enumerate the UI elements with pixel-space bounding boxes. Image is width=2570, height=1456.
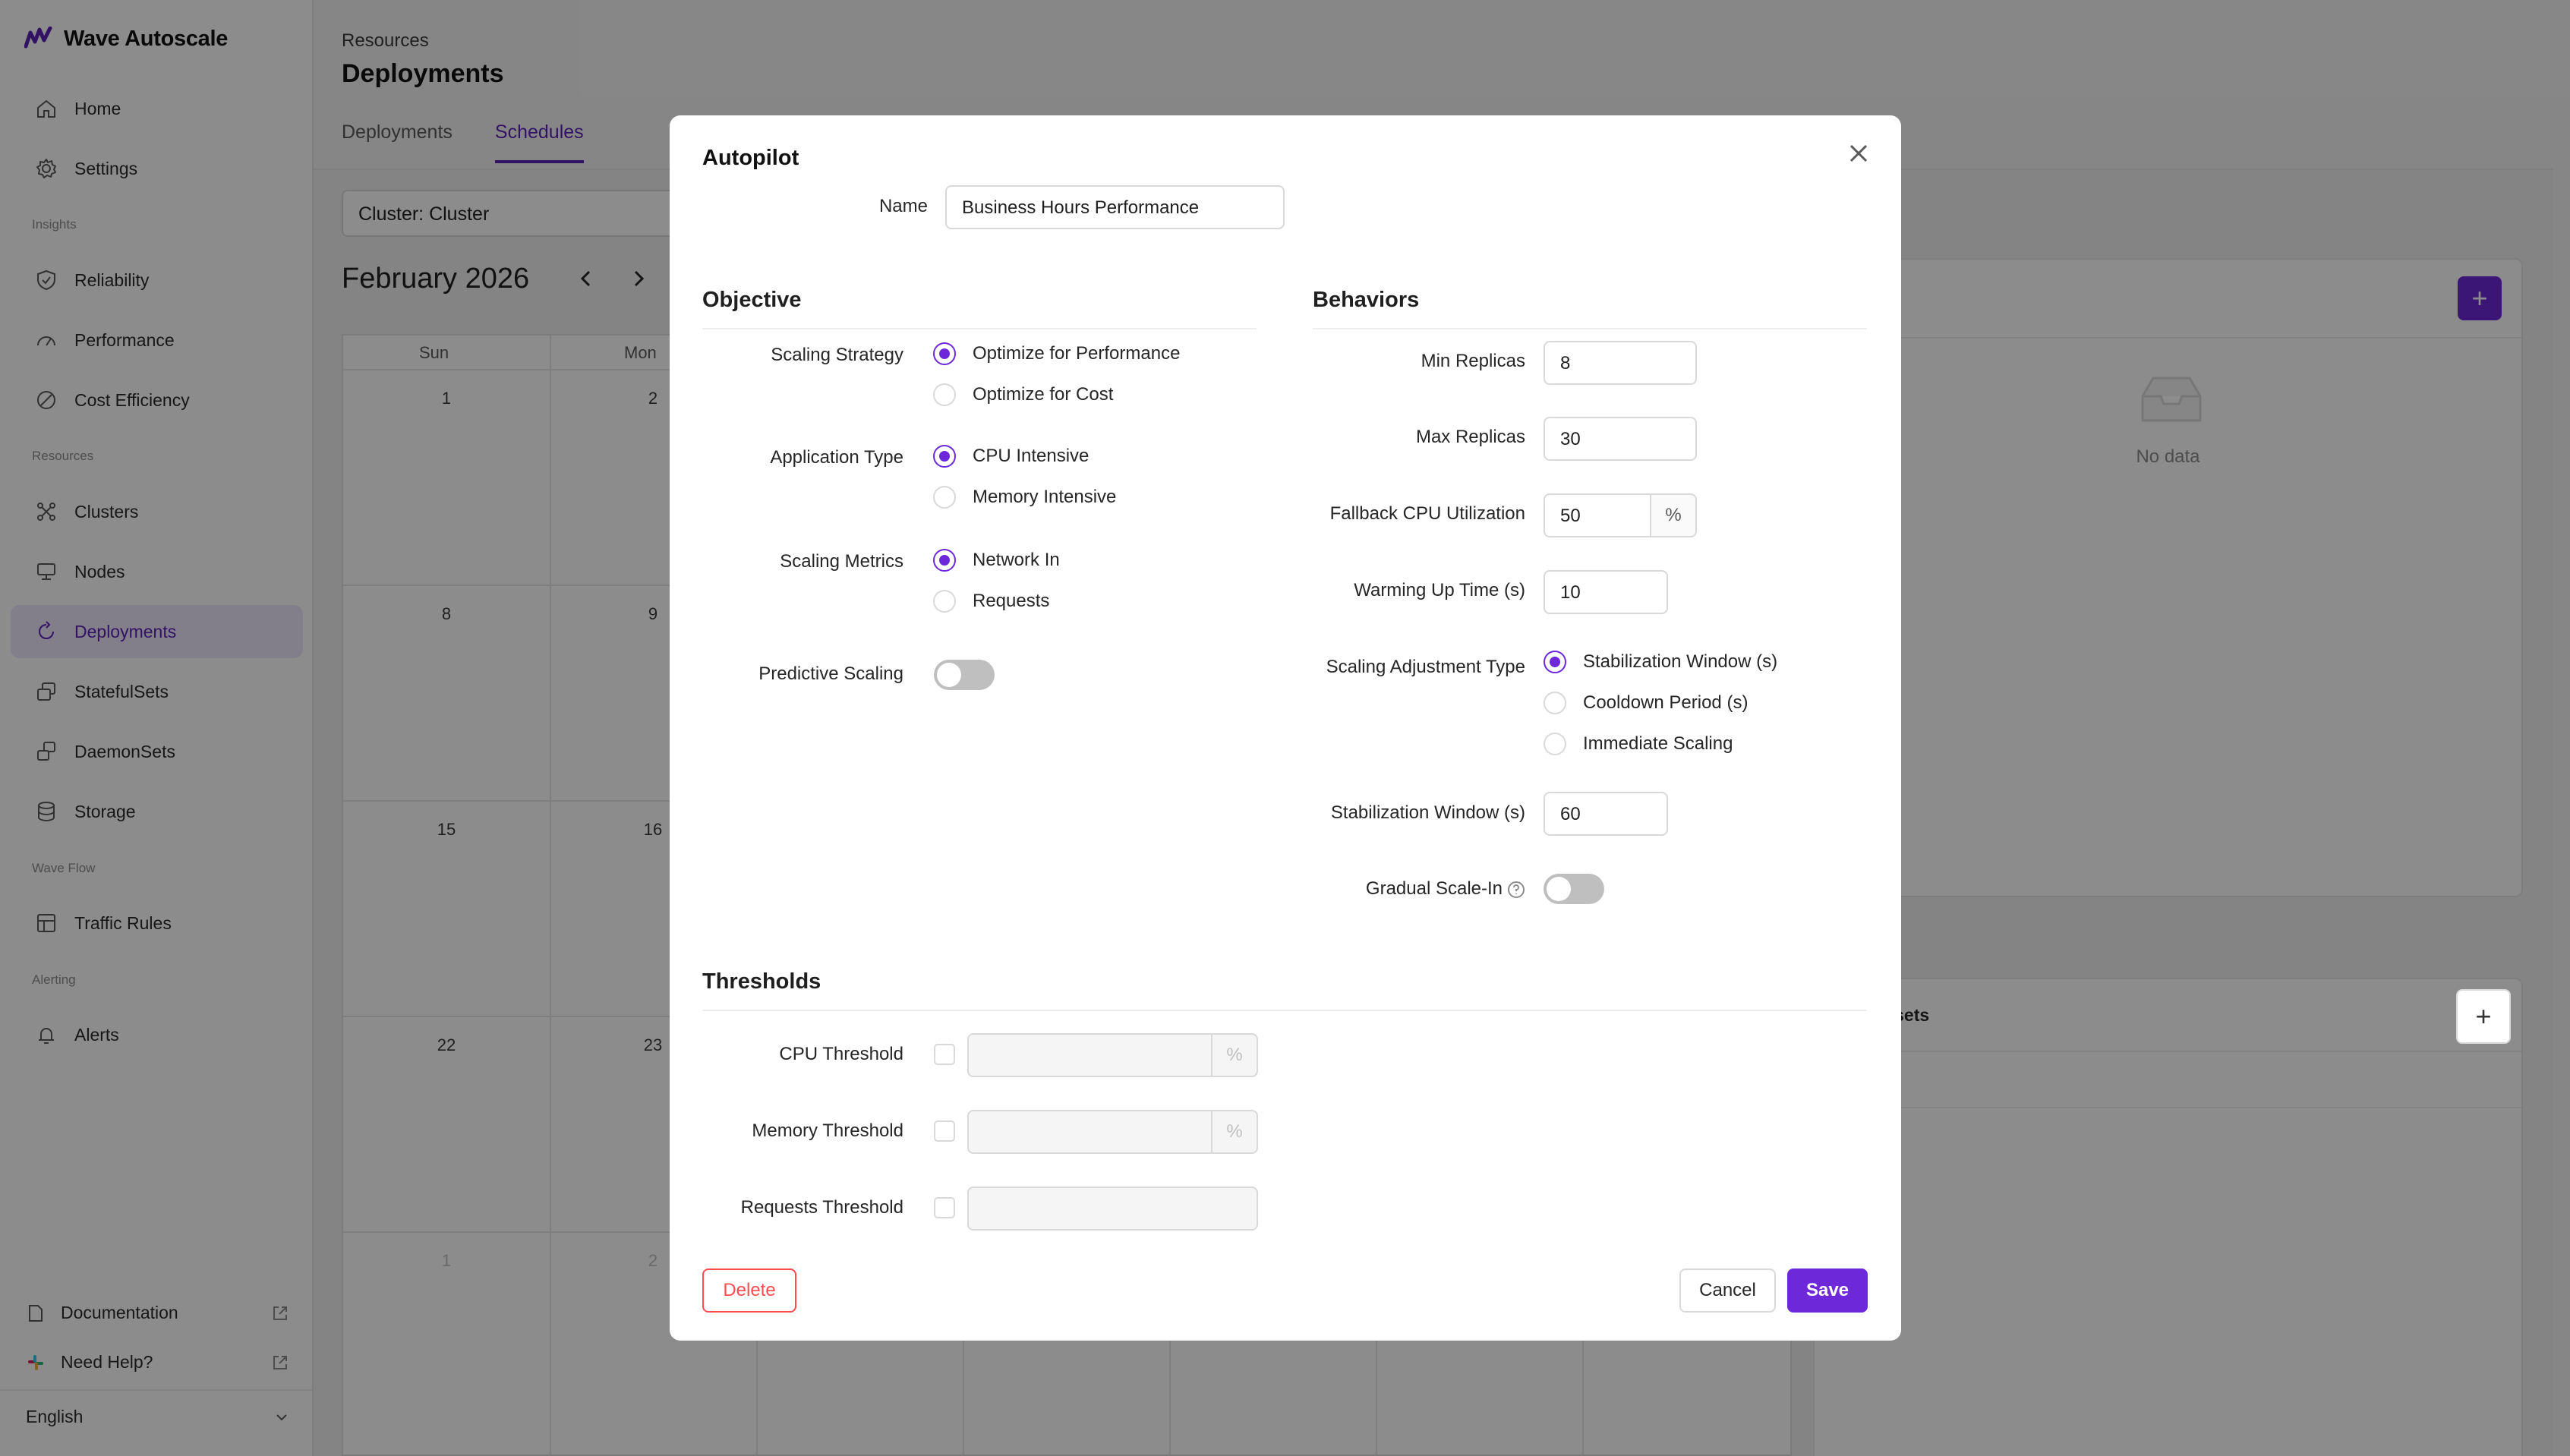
radio-button[interactable] bbox=[1544, 651, 1566, 673]
radio-label: Cooldown Period (s) bbox=[1583, 692, 1749, 713]
radio-optimize-cost[interactable]: Optimize for Cost bbox=[933, 383, 1113, 406]
radio-label: Network In bbox=[973, 550, 1060, 570]
radio-label: Requests bbox=[973, 591, 1050, 611]
section-divider bbox=[1313, 328, 1867, 329]
stabilization-window-label: Stabilization Window (s) bbox=[1330, 802, 1525, 823]
radio-button[interactable] bbox=[933, 486, 956, 509]
radio-label: Optimize for Cost bbox=[973, 384, 1114, 405]
modal-title: Autopilot bbox=[702, 146, 799, 170]
warming-up-input[interactable]: 10 bbox=[1544, 570, 1668, 614]
stabilization-window-input[interactable]: 60 bbox=[1544, 792, 1668, 836]
percent-suffix: % bbox=[1651, 493, 1697, 537]
radio-label: CPU Intensive bbox=[973, 446, 1089, 466]
radio-optimize-performance[interactable]: Optimize for Performance bbox=[933, 342, 1180, 365]
memory-threshold-input[interactable] bbox=[967, 1110, 1212, 1154]
max-replicas-label: Max Replicas bbox=[1415, 427, 1525, 447]
radio-button[interactable] bbox=[1544, 733, 1566, 755]
add-preset-button[interactable]: + bbox=[2456, 989, 2511, 1044]
save-button[interactable]: Save bbox=[1787, 1268, 1868, 1313]
memory-threshold-checkbox[interactable] bbox=[934, 1120, 955, 1142]
thresholds-title: Thresholds bbox=[702, 969, 821, 994]
max-replicas-input[interactable]: 30 bbox=[1544, 417, 1697, 461]
requests-threshold-checkbox[interactable] bbox=[934, 1197, 955, 1218]
radio-button[interactable] bbox=[933, 342, 956, 365]
scaling-metrics-label: Scaling Metrics bbox=[780, 551, 903, 572]
radio-cpu-intensive[interactable]: CPU Intensive bbox=[933, 445, 1089, 468]
gradual-scale-in-label: Gradual Scale-In bbox=[1313, 878, 1525, 900]
fallback-cpu-input[interactable]: 50 bbox=[1544, 493, 1651, 537]
radio-label: Memory Intensive bbox=[973, 487, 1117, 507]
memory-threshold-label: Memory Threshold bbox=[752, 1120, 903, 1141]
radio-label: Stabilization Window (s) bbox=[1583, 651, 1778, 672]
application-type-label: Application Type bbox=[770, 447, 903, 468]
radio-network-in[interactable]: Network In bbox=[933, 549, 1060, 572]
adjustment-type-label: Scaling Adjustment Type bbox=[1326, 657, 1525, 677]
plus-icon: + bbox=[2475, 1001, 2492, 1032]
radio-button[interactable] bbox=[933, 445, 956, 468]
radio-memory-intensive[interactable]: Memory Intensive bbox=[933, 486, 1116, 509]
radio-button[interactable] bbox=[933, 383, 956, 406]
autopilot-modal: Autopilot Name Business Hours Performanc… bbox=[670, 115, 1901, 1341]
radio-button[interactable] bbox=[933, 549, 956, 572]
fallback-cpu-label: Fallback CPU Utilization bbox=[1329, 503, 1525, 524]
radio-stabilization-window[interactable]: Stabilization Window (s) bbox=[1544, 651, 1777, 673]
requests-threshold-label: Requests Threshold bbox=[740, 1197, 903, 1218]
section-divider bbox=[702, 328, 1257, 329]
name-input[interactable]: Business Hours Performance bbox=[945, 185, 1285, 229]
radio-cooldown-period[interactable]: Cooldown Period (s) bbox=[1544, 692, 1748, 714]
radio-requests[interactable]: Requests bbox=[933, 590, 1049, 613]
radio-immediate-scaling[interactable]: Immediate Scaling bbox=[1544, 733, 1733, 755]
percent-suffix: % bbox=[1212, 1033, 1258, 1077]
delete-button[interactable]: Delete bbox=[702, 1268, 796, 1313]
min-replicas-input[interactable]: 8 bbox=[1544, 341, 1697, 385]
cancel-button[interactable]: Cancel bbox=[1679, 1268, 1776, 1313]
radio-label: Immediate Scaling bbox=[1583, 733, 1733, 754]
requests-threshold-input[interactable] bbox=[967, 1187, 1258, 1231]
close-icon[interactable] bbox=[1845, 140, 1872, 167]
name-label: Name bbox=[878, 196, 928, 216]
radio-button[interactable] bbox=[933, 590, 956, 613]
predictive-scaling-label: Predictive Scaling bbox=[758, 663, 903, 684]
help-circle-icon[interactable] bbox=[1507, 881, 1525, 899]
predictive-scaling-toggle[interactable] bbox=[934, 660, 995, 690]
cpu-threshold-label: CPU Threshold bbox=[779, 1044, 903, 1064]
gradual-scale-in-toggle[interactable] bbox=[1544, 874, 1604, 904]
scaling-strategy-label: Scaling Strategy bbox=[771, 345, 903, 365]
section-divider bbox=[702, 1010, 1867, 1011]
radio-label: Optimize for Performance bbox=[973, 343, 1181, 364]
behaviors-title: Behaviors bbox=[1313, 288, 1420, 312]
cpu-threshold-checkbox[interactable] bbox=[934, 1044, 955, 1065]
percent-suffix: % bbox=[1212, 1110, 1258, 1154]
warming-up-label: Warming Up Time (s) bbox=[1354, 580, 1525, 600]
gradual-scale-in-text: Gradual Scale-In bbox=[1365, 878, 1503, 899]
radio-button[interactable] bbox=[1544, 692, 1566, 714]
min-replicas-label: Min Replicas bbox=[1421, 351, 1525, 371]
objective-title: Objective bbox=[702, 288, 802, 312]
cpu-threshold-input[interactable] bbox=[967, 1033, 1212, 1077]
